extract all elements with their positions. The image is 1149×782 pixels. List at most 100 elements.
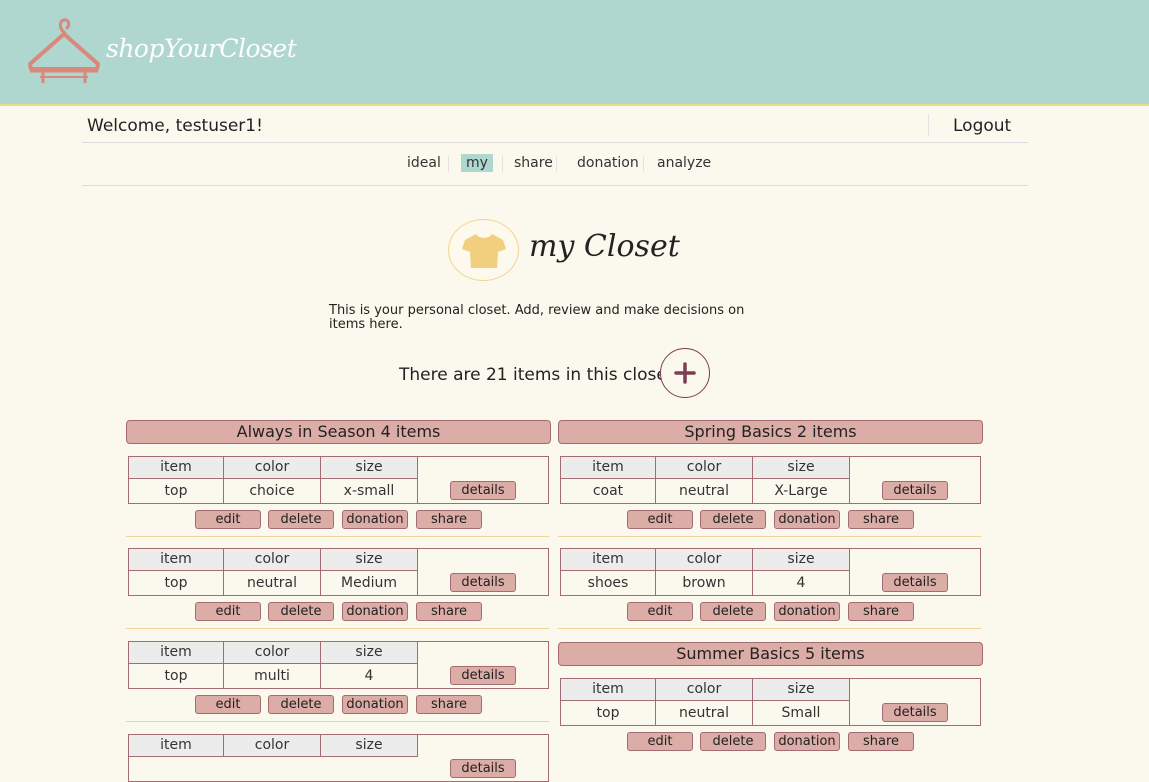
delete-button[interactable]: delete bbox=[700, 732, 766, 751]
item-size: Small bbox=[753, 701, 850, 725]
header-size: size bbox=[321, 549, 418, 571]
header-item: item bbox=[129, 457, 224, 479]
item-type: coat bbox=[561, 479, 656, 503]
details-button[interactable]: details bbox=[882, 481, 948, 500]
item-size: x-small bbox=[321, 479, 418, 503]
details-button[interactable]: details bbox=[450, 666, 516, 685]
divider bbox=[126, 628, 549, 629]
closet-description: This is your personal closet. Add, revie… bbox=[329, 303, 745, 332]
nav-item-ideal[interactable]: ideal bbox=[402, 154, 446, 172]
header-size: size bbox=[321, 457, 418, 479]
logout-link[interactable]: Logout bbox=[953, 116, 1011, 136]
share-button[interactable]: share bbox=[848, 732, 914, 751]
category-header[interactable]: Spring Basics 2 items bbox=[558, 420, 983, 444]
edit-button[interactable]: edit bbox=[627, 602, 693, 621]
item-table: item color size top neutral Small detail… bbox=[560, 678, 981, 726]
item-size: X-Large bbox=[753, 479, 850, 503]
nav-item-donation[interactable]: donation bbox=[572, 154, 644, 172]
item-table: item color size top choice x-small detai… bbox=[128, 456, 549, 504]
hanger-logo-icon[interactable] bbox=[27, 17, 101, 91]
edit-button[interactable]: edit bbox=[195, 510, 261, 529]
item-size: 4 bbox=[753, 571, 850, 595]
add-item-button[interactable] bbox=[660, 348, 710, 398]
category-header[interactable]: Always in Season 4 items bbox=[126, 420, 551, 444]
header-color: color bbox=[656, 457, 753, 479]
divider bbox=[556, 156, 557, 172]
closet-nav: ideal my share donation analyze bbox=[82, 143, 1028, 186]
nav-item-analyze[interactable]: analyze bbox=[652, 154, 716, 172]
donation-button[interactable]: donation bbox=[342, 602, 408, 621]
divider bbox=[448, 156, 449, 172]
item-color: choice bbox=[224, 479, 321, 503]
divider bbox=[643, 156, 644, 172]
details-button[interactable]: details bbox=[882, 573, 948, 592]
divider bbox=[558, 536, 981, 537]
divider bbox=[126, 536, 549, 537]
donation-button[interactable]: donation bbox=[774, 602, 840, 621]
item-color: multi bbox=[224, 664, 321, 688]
item-table: item color size shoes brown 4 details bbox=[560, 548, 981, 596]
header-item: item bbox=[561, 549, 656, 571]
item-size: 4 bbox=[321, 664, 418, 688]
header-item: item bbox=[129, 642, 224, 664]
delete-button[interactable]: delete bbox=[268, 510, 334, 529]
delete-button[interactable]: delete bbox=[268, 695, 334, 714]
item-type: top bbox=[129, 479, 224, 503]
header-color: color bbox=[656, 679, 753, 701]
divider bbox=[558, 628, 981, 629]
header-size: size bbox=[753, 457, 850, 479]
delete-button[interactable]: delete bbox=[700, 510, 766, 529]
user-bar: Welcome, testuser1! Logout bbox=[82, 107, 1028, 143]
item-table: item color size coat neutral X-Large det… bbox=[560, 456, 981, 504]
delete-button[interactable]: delete bbox=[700, 602, 766, 621]
brand-name[interactable]: shopYourCloset bbox=[106, 34, 297, 63]
nav-item-my[interactable]: my bbox=[461, 154, 493, 172]
share-button[interactable]: share bbox=[416, 510, 482, 529]
tshirt-icon bbox=[461, 232, 507, 274]
item-table: item color size top multi 4 details bbox=[128, 641, 549, 689]
divider bbox=[928, 114, 929, 136]
header-item: item bbox=[561, 679, 656, 701]
app-header: shopYourCloset bbox=[0, 0, 1149, 106]
shirt-badge bbox=[448, 219, 519, 281]
share-button[interactable]: share bbox=[848, 510, 914, 529]
item-table: item color size top neutral Medium detai… bbox=[128, 548, 549, 596]
header-color: color bbox=[224, 642, 321, 664]
share-button[interactable]: share bbox=[416, 602, 482, 621]
item-type: top bbox=[129, 664, 224, 688]
item-color: neutral bbox=[656, 479, 753, 503]
header-size: size bbox=[753, 679, 850, 701]
header-item: item bbox=[561, 457, 656, 479]
item-color: neutral bbox=[656, 701, 753, 725]
details-button[interactable]: details bbox=[450, 573, 516, 592]
header-size: size bbox=[753, 549, 850, 571]
item-size: Medium bbox=[321, 571, 418, 595]
header-color: color bbox=[224, 735, 321, 757]
header-item: item bbox=[129, 735, 224, 757]
donation-button[interactable]: donation bbox=[342, 510, 408, 529]
item-type: top bbox=[561, 701, 656, 725]
share-button[interactable]: share bbox=[848, 602, 914, 621]
item-type: top bbox=[129, 571, 224, 595]
header-size: size bbox=[321, 642, 418, 664]
edit-button[interactable]: edit bbox=[627, 732, 693, 751]
edit-button[interactable]: edit bbox=[627, 510, 693, 529]
nav-item-share[interactable]: share bbox=[509, 154, 558, 172]
details-button[interactable]: details bbox=[882, 703, 948, 722]
edit-button[interactable]: edit bbox=[195, 602, 261, 621]
edit-button[interactable]: edit bbox=[195, 695, 261, 714]
header-item: item bbox=[129, 549, 224, 571]
share-button[interactable]: share bbox=[416, 695, 482, 714]
donation-button[interactable]: donation bbox=[342, 695, 408, 714]
donation-button[interactable]: donation bbox=[774, 510, 840, 529]
welcome-text: Welcome, testuser1! bbox=[87, 116, 263, 136]
item-color: brown bbox=[656, 571, 753, 595]
donation-button[interactable]: donation bbox=[774, 732, 840, 751]
category-header[interactable]: Summer Basics 5 items bbox=[558, 642, 983, 666]
header-color: color bbox=[224, 457, 321, 479]
header-color: color bbox=[656, 549, 753, 571]
divider bbox=[502, 156, 503, 172]
delete-button[interactable]: delete bbox=[268, 602, 334, 621]
details-button[interactable]: details bbox=[450, 481, 516, 500]
item-count-text: There are 21 items in this closet. bbox=[399, 365, 679, 385]
